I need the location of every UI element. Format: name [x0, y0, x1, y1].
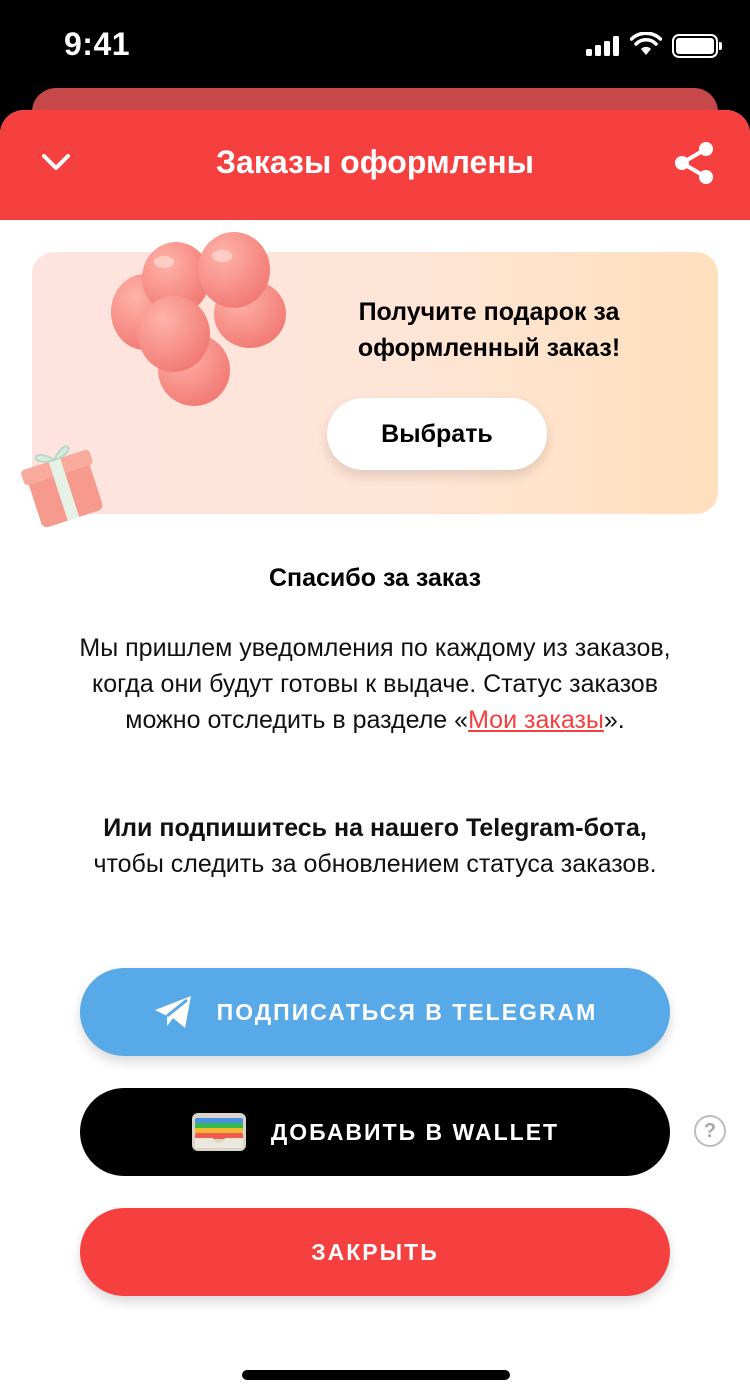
share-icon[interactable] [672, 140, 716, 186]
wallet-button-label: ДОБАВИТЬ В WALLET [270, 1118, 560, 1145]
page-title: Заказы оформлены [216, 144, 534, 180]
telegram-button-label: ПОДПИСАТЬСЯ В TELEGRAM [216, 998, 598, 1025]
battery-icon [672, 34, 722, 58]
home-indicator [242, 1370, 510, 1380]
sheet-header: Заказы оформлены [0, 110, 750, 220]
subscribe-text-rest: чтобы следить за обновлением статуса зак… [93, 850, 657, 878]
choose-gift-button[interactable]: Выбрать [327, 398, 547, 470]
orders-sheet: Заказы оформлены Получите подарок за офо… [0, 110, 750, 1396]
add-to-wallet-button[interactable]: ДОБАВИТЬ В WALLET [80, 1088, 670, 1176]
telegram-subscribe-text: Или подпишитесь на нашего Telegram-бота,… [75, 810, 675, 882]
orders-info-text: Мы пришлем уведомления по каждому из зак… [75, 630, 675, 738]
subscribe-text-bold: Или подпишитесь на нашего Telegram-бота, [103, 814, 647, 842]
gift-box-image [21, 445, 103, 528]
my-orders-link[interactable]: Мои заказы [468, 706, 604, 734]
telegram-icon [153, 994, 193, 1030]
wifi-icon [630, 32, 662, 55]
signal-icon [586, 36, 622, 56]
wallet-icon [191, 1112, 247, 1152]
thanks-heading: Спасибо за заказ [268, 564, 482, 592]
status-time: 9:41 [64, 26, 131, 62]
status-bar: 9:41 [0, 0, 750, 90]
subscribe-telegram-button[interactable]: ПОДПИСАТЬСЯ В TELEGRAM [80, 968, 670, 1056]
close-button[interactable]: ЗАКРЫТЬ [80, 1208, 670, 1296]
help-icon[interactable]: ? [694, 1115, 726, 1147]
promo-text: Получите подарок за оформленный заказ! [357, 298, 621, 362]
info-text-after: ». [603, 706, 625, 734]
balloons-image [111, 232, 286, 406]
